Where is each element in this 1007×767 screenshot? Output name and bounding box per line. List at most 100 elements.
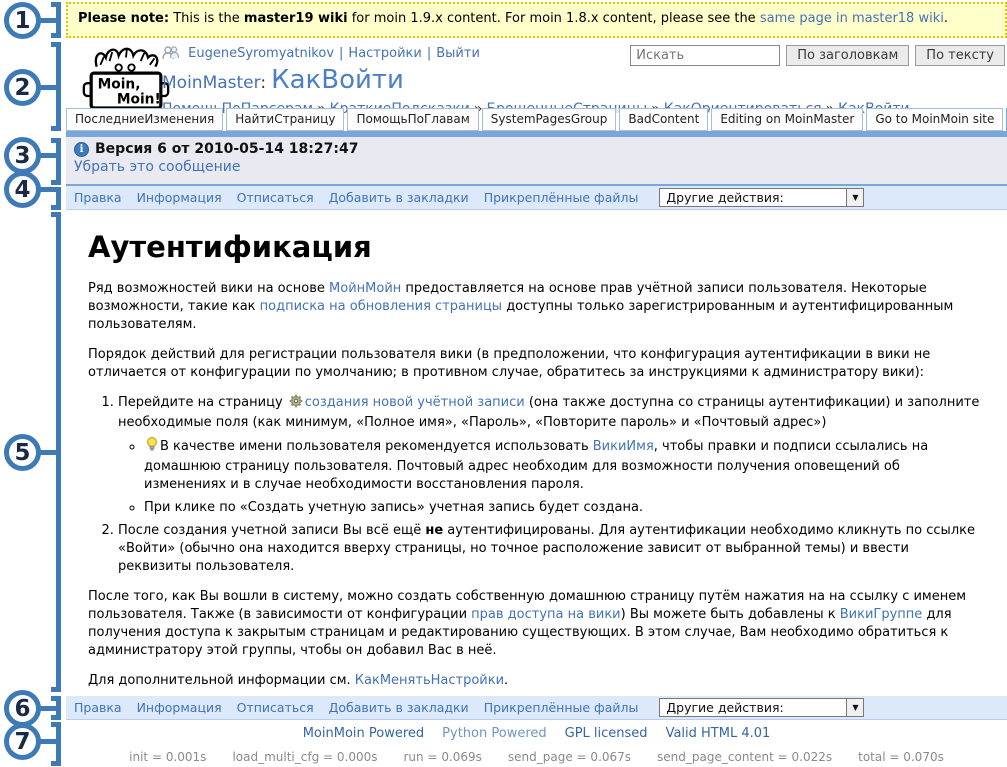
settings-link[interactable]: Настройки <box>348 46 421 61</box>
gpl-licensed-link[interactable]: GPL licensed <box>565 726 648 741</box>
separator: | <box>339 46 343 61</box>
text: Ряд возможностей вики на основе <box>88 281 329 296</box>
text: . <box>504 673 508 688</box>
text: После создания учетной записи Вы всё ещё <box>118 523 425 538</box>
paragraph-procedure: Порядок действий для регистрации пользов… <box>88 346 985 382</box>
text: В качестве имени пользователя рекомендуе… <box>160 439 593 454</box>
timing-item: run = 0.069s <box>403 750 481 764</box>
page-footer: MoinMoin Powered Python Powered GPL licens… <box>66 720 1007 767</box>
wikigroup-link[interactable]: ВикиГруппе <box>840 607 923 622</box>
callout-4-bracket <box>51 187 61 210</box>
logout-link[interactable]: Выйти <box>436 46 480 61</box>
search-form: По заголовкам По тексту <box>630 45 1005 66</box>
notice-text: for moin 1.9.x content. For moin 1.8.x c… <box>348 11 760 26</box>
tab-bad-content[interactable]: BadContent <box>619 108 708 131</box>
access-rights-link[interactable]: прав доступа на вики <box>471 607 620 622</box>
attachments-link[interactable]: Прикреплённые файлы <box>484 700 639 715</box>
unsubscribe-link[interactable]: Отписаться <box>237 190 314 205</box>
content-heading: Аутентификация <box>88 230 985 264</box>
tab-recent-changes[interactable]: ПоследниеИзменения <box>66 108 223 131</box>
text: Перейдите на страницу <box>118 395 287 410</box>
paragraph-intro: Ряд возможностей вики на основе МойнМойн… <box>88 280 985 334</box>
footer-timings: init = 0.001s load_multi_cfg = 0.000s ru… <box>66 750 1007 764</box>
unsubscribe-link[interactable]: Отписаться <box>237 700 314 715</box>
info-icon: i <box>74 142 89 157</box>
master18-wiki-link[interactable]: same page in master18 wiki <box>760 11 944 26</box>
edit-link[interactable]: Правка <box>74 700 122 715</box>
attachments-link[interactable]: Прикреплённые файлы <box>484 190 639 205</box>
search-input[interactable] <box>630 45 780 66</box>
more-actions-dropdown[interactable]: Другие действия: ▼ <box>659 188 864 207</box>
callout-2-bracket <box>51 42 61 131</box>
notice-text: This is the <box>169 11 244 26</box>
callout-1-circle: 1 <box>4 2 41 39</box>
message-area: i Версия 6 от 2010-05-14 18:27:47 Убрать… <box>66 137 1007 186</box>
subscription-link[interactable]: подписка на обновления страницы <box>260 299 502 314</box>
search-fulltext-button[interactable]: По тексту <box>915 45 1005 66</box>
notes-list: В качестве имени пользователя рекомендуе… <box>118 437 985 517</box>
editbar-bottom: Правка Информация Отписаться Добавить в … <box>66 696 1007 720</box>
callout-7-circle: 7 <box>4 723 41 760</box>
tab-find-page[interactable]: НайтиСтраницу <box>226 108 344 131</box>
dropdown-selected-value: Другие действия: <box>660 190 846 205</box>
callout-3-bracket <box>51 138 61 185</box>
text: ) Вы можете быть добавлены к <box>621 607 840 622</box>
page-title-link[interactable]: КакВойти <box>271 65 404 95</box>
add-bookmark-link[interactable]: Добавить в закладки <box>329 190 469 205</box>
timing-item: total = 0.070s <box>858 750 944 764</box>
info-link[interactable]: Информация <box>137 190 222 205</box>
moinmoin-wiki-link[interactable]: МойнМойн <box>329 281 401 296</box>
list-item-step1: Перейдите на страницу создания новой учё… <box>118 394 985 517</box>
create-account-link[interactable]: создания новой учётной записи <box>305 395 525 410</box>
version-text: Версия 6 от 2010-05-14 18:27:47 <box>95 141 358 157</box>
dropdown-selected-value: Другие действия: <box>660 700 846 715</box>
valid-html-link[interactable]: Valid HTML 4.01 <box>666 726 771 741</box>
paragraph-more-info: Для дополнительной информации см. КакМен… <box>88 672 985 690</box>
paragraph-after-login: После того, как Вы вошли в систему, можн… <box>88 588 985 660</box>
steps-list: Перейдите на страницу создания новой учё… <box>88 394 985 576</box>
notice-bar: Please note: This is the master19 wiki f… <box>66 2 1007 38</box>
add-bookmark-link[interactable]: Добавить в закладки <box>329 700 469 715</box>
tab-help-contents[interactable]: ПомощьПоГлавам <box>347 108 478 131</box>
list-item-step2: После создания учетной записи Вы всё ещё… <box>118 522 985 576</box>
notice-text: . <box>944 11 948 26</box>
wikiname-link[interactable]: ВикиИмя <box>593 439 654 454</box>
notice-bold-wiki: master19 wiki <box>244 11 348 26</box>
screen: { "colors": { "accent": "#79a7d9", "link… <box>0 0 1007 767</box>
notice-bold: Please note: <box>78 11 169 26</box>
wiki-page: Please note: This is the master19 wiki f… <box>66 0 1007 767</box>
callout-5-circle: 5 <box>4 434 41 471</box>
timing-item: load_multi_cfg = 0.000s <box>232 750 377 764</box>
dropdown-arrow-icon[interactable]: ▼ <box>846 699 863 716</box>
editbar-top: Правка Информация Отписаться Добавить в … <box>66 186 1007 210</box>
page-content: Аутентификация Ряд возможностей вики на … <box>66 210 1007 696</box>
python-powered-link[interactable]: Python Powered <box>442 726 546 741</box>
separator: | <box>427 46 431 61</box>
callout-6-circle: 6 <box>4 690 41 727</box>
callout-4-circle: 4 <box>4 171 41 208</box>
info-link[interactable]: Информация <box>137 700 222 715</box>
wiki-name-link[interactable]: MoinMaster <box>162 73 260 93</box>
change-settings-link[interactable]: КакМенятьНастройки <box>355 673 504 688</box>
dropdown-arrow-icon[interactable]: ▼ <box>846 189 863 206</box>
callout-5-bracket <box>51 212 61 692</box>
list-item-click-note: При клике по «Создать учетную запись» уч… <box>144 499 985 517</box>
more-actions-dropdown[interactable]: Другие действия: ▼ <box>659 698 864 717</box>
timing-item: init = 0.001s <box>129 750 206 764</box>
tab-go-to-moinmoin-site[interactable]: Go to MoinMoin site <box>866 108 1003 131</box>
dismiss-message-link[interactable]: Убрать это сообщение <box>74 159 240 175</box>
text: Для дополнительной информации см. <box>88 673 355 688</box>
bold-not: не <box>425 523 443 538</box>
moinmoin-powered-link[interactable]: MoinMoin Powered <box>303 726 424 741</box>
edit-link[interactable]: Правка <box>74 190 122 205</box>
username-link[interactable]: EugeneSyromyatnikov <box>188 46 334 61</box>
callout-1-bracket <box>51 2 61 38</box>
timing-item: send_page_content = 0.022s <box>657 750 832 764</box>
callout-3-circle: 3 <box>4 137 41 174</box>
svg-text:Moin,: Moin, <box>98 77 141 93</box>
callout-2-circle: 2 <box>4 69 41 106</box>
timing-item: send_page = 0.067s <box>508 750 631 764</box>
search-titles-button[interactable]: По заголовкам <box>786 45 909 66</box>
tab-editing-on-moinmaster[interactable]: Editing on MoinMaster <box>711 108 863 131</box>
tab-system-pages-group[interactable]: SystemPagesGroup <box>482 108 617 131</box>
